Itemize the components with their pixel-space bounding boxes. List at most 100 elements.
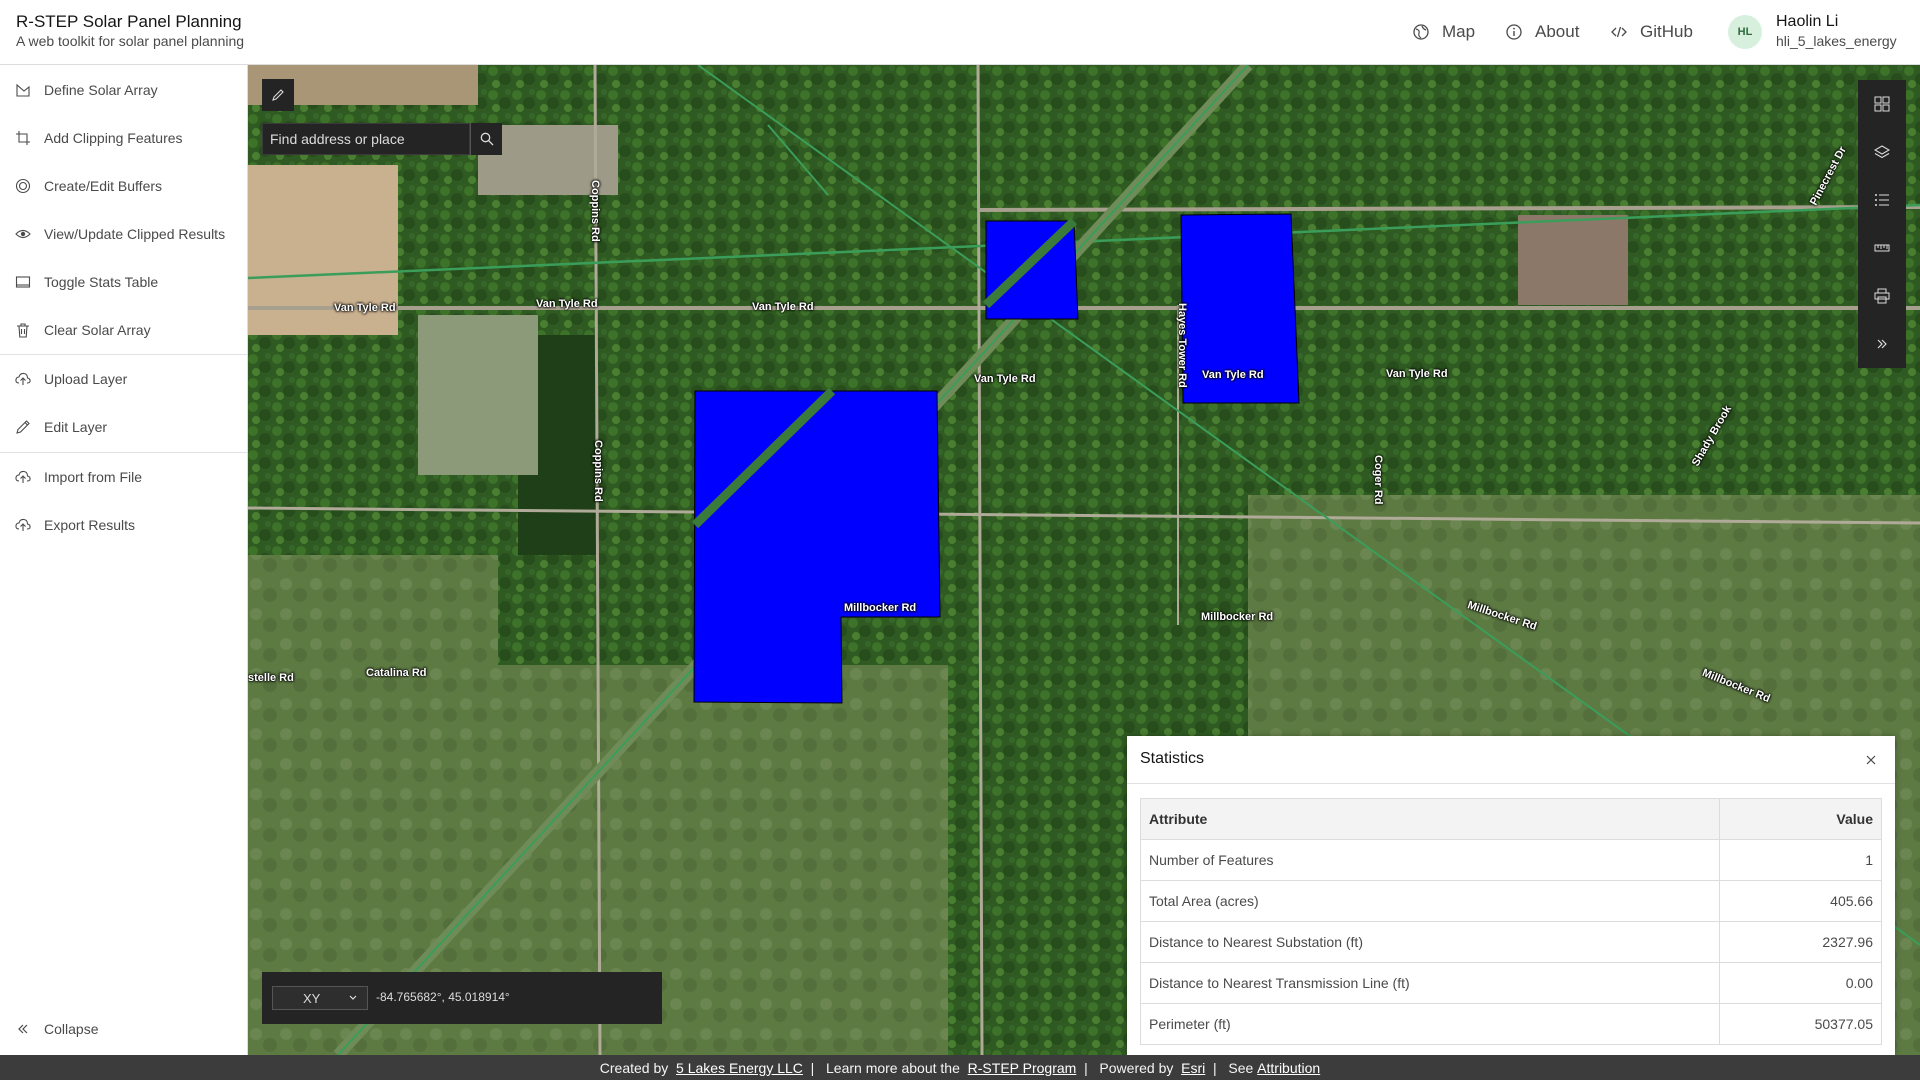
road-label: Van Tyle Rd xyxy=(536,298,598,310)
nav-github-link[interactable]: GitHub xyxy=(1610,0,1693,64)
search-input[interactable] xyxy=(262,123,470,155)
coordinate-format-value: XY xyxy=(303,990,321,1006)
sketch-tool-button[interactable] xyxy=(262,79,294,111)
layer-list-button[interactable] xyxy=(1858,128,1906,176)
footer-see: See xyxy=(1228,1059,1254,1076)
sidebar-item-export-results[interactable]: Export Results xyxy=(0,501,247,549)
sidebar-item-add-clipping-features[interactable]: Add Clipping Features xyxy=(0,114,247,162)
print-button[interactable] xyxy=(1858,272,1906,320)
upload-icon xyxy=(15,371,31,387)
nav-about-label: About xyxy=(1535,22,1580,41)
nav-about-link[interactable]: About xyxy=(1505,0,1579,64)
attribute-cell: Perimeter (ft) xyxy=(1140,1003,1720,1045)
double-chevron-right-icon xyxy=(1875,337,1889,351)
legend-button[interactable] xyxy=(1858,176,1906,224)
road-label: Van Tyle Rd xyxy=(1386,368,1448,380)
value-cell: 2327.96 xyxy=(1719,921,1882,963)
list-icon xyxy=(1874,192,1890,208)
statistics-table: Attribute Value Number of Features 1 Tot… xyxy=(1140,798,1882,1045)
table-row: Total Area (acres) 405.66 xyxy=(1140,880,1882,922)
attribute-cell: Total Area (acres) xyxy=(1140,880,1720,922)
buffer-icon xyxy=(15,178,31,194)
footer-learn-more: Learn more about the xyxy=(826,1059,960,1076)
footer-created-by: Created by xyxy=(599,1059,669,1076)
sidebar-item-label: Toggle Stats Table xyxy=(44,274,159,290)
road-label: Catalina Rd xyxy=(366,667,427,679)
layers-icon xyxy=(1874,144,1890,160)
column-header-attribute: Attribute xyxy=(1140,798,1720,840)
table-row: Number of Features 1 xyxy=(1140,839,1882,881)
search-button[interactable] xyxy=(470,123,502,155)
trash-icon xyxy=(15,322,31,338)
road-label: Van Tyle Rd xyxy=(974,373,1036,385)
nav-github-label: GitHub xyxy=(1640,22,1693,41)
attribute-cell: Number of Features xyxy=(1140,839,1720,881)
pencil-icon xyxy=(271,88,285,102)
sidebar-item-label: Define Solar Array xyxy=(44,82,158,98)
sidebar-item-view-update-clipped-results[interactable]: View/Update Clipped Results xyxy=(0,210,247,258)
table-header-row: Attribute Value xyxy=(1140,798,1882,840)
road-label: Coppins Rd xyxy=(589,180,601,242)
user-username[interactable]: hli_5_lakes_energy xyxy=(1776,33,1897,49)
sidebar-item-label: View/Update Clipped Results xyxy=(44,226,226,242)
table-icon xyxy=(15,274,31,290)
road-label: stelle Rd xyxy=(248,672,294,684)
road-label: Van Tyle Rd xyxy=(334,302,396,314)
map-widget-toolbar xyxy=(1858,80,1906,368)
ruler-icon xyxy=(1874,240,1890,256)
sidebar-item-create-edit-buffers[interactable]: Create/Edit Buffers xyxy=(0,162,247,210)
table-row: Distance to Nearest Substation (ft) 2327… xyxy=(1140,921,1882,963)
road-label: Van Tyle Rd xyxy=(1202,369,1264,381)
coordinate-conversion-widget: XY -84.765682°, 45.018914° xyxy=(262,972,662,1024)
program-link[interactable]: R-STEP Program xyxy=(968,1060,1077,1076)
basemap-grid-icon xyxy=(1874,96,1890,112)
footer: Created by 5 Lakes Energy LLC | Learn mo… xyxy=(0,1055,1920,1080)
collapse-button[interactable]: Collapse xyxy=(0,1007,247,1051)
table-row: Distance to Nearest Transmission Line (f… xyxy=(1140,962,1882,1004)
road-label: Hayes Tower Rd xyxy=(1176,303,1188,388)
sidebar: Define Solar Array Add Clipping Features… xyxy=(0,65,248,1055)
attribute-cell: Distance to Nearest Transmission Line (f… xyxy=(1140,962,1720,1004)
sidebar-item-import-from-file[interactable]: Import from File xyxy=(0,453,247,501)
sidebar-item-toggle-stats-table[interactable]: Toggle Stats Table xyxy=(0,258,247,306)
sidebar-item-edit-layer[interactable]: Edit Layer xyxy=(0,403,247,451)
road-label: Coger Rd xyxy=(1372,455,1384,505)
esri-link[interactable]: Esri xyxy=(1181,1060,1205,1076)
import-icon xyxy=(15,469,31,485)
info-icon xyxy=(1505,23,1523,41)
app-header: R-STEP Solar Panel Planning A web toolki… xyxy=(0,0,1920,65)
footer-powered-by: Powered by xyxy=(1099,1059,1174,1076)
eye-icon xyxy=(15,226,31,242)
close-button[interactable] xyxy=(1859,748,1883,772)
coordinate-readout: -84.765682°, 45.018914° xyxy=(376,990,510,1004)
attribute-cell: Distance to Nearest Substation (ft) xyxy=(1140,921,1720,963)
company-link[interactable]: 5 Lakes Energy LLC xyxy=(676,1060,803,1076)
app-subtitle: A web toolkit for solar panel planning xyxy=(16,33,245,49)
app-title: R-STEP Solar Panel Planning xyxy=(16,12,242,31)
value-cell: 0.00 xyxy=(1719,962,1882,1004)
attribution-link[interactable]: Attribution xyxy=(1257,1060,1320,1076)
statistics-header: Statistics xyxy=(1127,736,1895,784)
sidebar-item-label: Add Clipping Features xyxy=(44,130,183,146)
expand-toolbar-button[interactable] xyxy=(1858,320,1906,368)
statistics-title: Statistics xyxy=(1140,750,1205,767)
sidebar-item-label: Clear Solar Array xyxy=(44,322,151,338)
nav-map-link[interactable]: Map xyxy=(1412,0,1475,64)
sidebar-item-upload-layer[interactable]: Upload Layer xyxy=(0,355,247,403)
value-cell: 1 xyxy=(1719,839,1882,881)
value-cell: 50377.05 xyxy=(1719,1003,1882,1045)
sidebar-item-label: Create/Edit Buffers xyxy=(44,178,163,194)
basemap-gallery-button[interactable] xyxy=(1858,80,1906,128)
coordinate-format-select[interactable]: XY xyxy=(272,986,368,1010)
chevron-down-icon xyxy=(347,991,359,1006)
sidebar-item-define-solar-array[interactable]: Define Solar Array xyxy=(0,66,247,114)
user-avatar[interactable]: HL xyxy=(1728,15,1762,49)
measure-button[interactable] xyxy=(1858,224,1906,272)
sidebar-item-clear-solar-array[interactable]: Clear Solar Array xyxy=(0,306,247,354)
road-label: Millbocker Rd xyxy=(1201,611,1274,623)
user-name[interactable]: Haolin Li xyxy=(1776,13,1838,31)
close-icon xyxy=(1866,755,1876,765)
sidebar-item-label: Upload Layer xyxy=(44,371,128,387)
nav-map-label: Map xyxy=(1442,22,1476,41)
globe-icon xyxy=(1412,23,1430,41)
